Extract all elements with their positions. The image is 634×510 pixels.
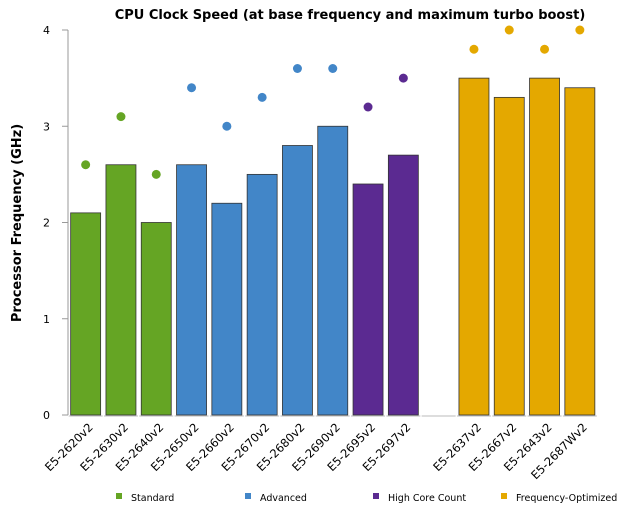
turbo-frequency-point — [398, 73, 408, 83]
turbo-frequency-point — [257, 92, 267, 102]
legend-swatch — [501, 493, 507, 499]
y-tick-label: 4 — [43, 24, 50, 37]
bar-chart: CPU Clock Speed (at base frequency and m… — [10, 8, 617, 504]
base-frequency-bar — [211, 202, 243, 416]
legend-label: Advanced — [260, 493, 307, 504]
turbo-frequency-point — [116, 112, 126, 122]
legend-label: Frequency-Optimized — [516, 493, 617, 504]
base-frequency-bar — [176, 164, 207, 416]
legend-swatch — [373, 493, 379, 499]
turbo-frequency-point — [575, 25, 585, 35]
turbo-frequency-point — [187, 83, 197, 93]
turbo-frequency-point — [328, 64, 338, 73]
base-frequency-bar — [387, 154, 419, 416]
y-tick-label: 1 — [43, 313, 50, 326]
turbo-frequency-point — [292, 64, 302, 73]
base-frequency-bar — [140, 222, 172, 416]
y-tick-label: 2 — [43, 217, 50, 230]
turbo-frequency-point — [81, 160, 91, 170]
turbo-frequency-point — [504, 25, 514, 35]
base-frequency-bar — [282, 145, 313, 416]
turbo-frequency-point — [469, 44, 479, 54]
base-frequency-bar — [564, 87, 596, 416]
legend-swatch — [245, 493, 251, 499]
base-frequency-bar — [493, 96, 525, 416]
y-tick-label: 0 — [43, 409, 50, 422]
y-axis-label: Processor Frequency (GHz) — [10, 124, 25, 322]
y-tick-label: 3 — [43, 120, 50, 133]
base-frequency-bar — [458, 77, 490, 416]
legend-swatch — [116, 493, 122, 499]
base-frequency-bar — [70, 212, 102, 416]
turbo-frequency-point — [363, 102, 373, 112]
base-frequency-bar — [246, 173, 278, 416]
chart-title: CPU Clock Speed (at base frequency and m… — [115, 8, 586, 23]
turbo-frequency-point — [540, 44, 550, 54]
base-frequency-bar — [529, 77, 560, 416]
legend-label: High Core Count — [388, 493, 466, 504]
base-frequency-bar — [352, 183, 384, 416]
turbo-frequency-point — [222, 121, 232, 131]
base-frequency-bar — [317, 125, 349, 416]
base-frequency-bar — [105, 164, 137, 416]
legend-label: Standard — [131, 493, 174, 504]
turbo-frequency-point — [151, 169, 161, 179]
